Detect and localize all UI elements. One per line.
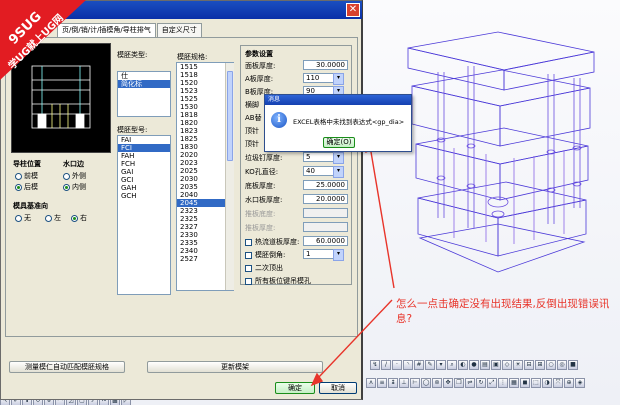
arrow-to-ok (317, 299, 393, 379)
message-ok-button[interactable]: 确定(O) (323, 137, 355, 148)
annotation-arrows (310, 138, 395, 387)
message-titlebar[interactable]: 消息 (265, 95, 411, 105)
question-annotation: 怎么一点击确定没有出现结果,反倒出现错误讯息? (396, 298, 610, 325)
arrow-to-message (369, 145, 395, 289)
error-message-box: 消息 i EXCEL表格中未找到表达式<gp_dia> 确定(O) (264, 94, 412, 152)
message-text: EXCEL表格中未找到表达式<gp_dia> (293, 118, 405, 126)
info-icon: i (271, 112, 287, 128)
